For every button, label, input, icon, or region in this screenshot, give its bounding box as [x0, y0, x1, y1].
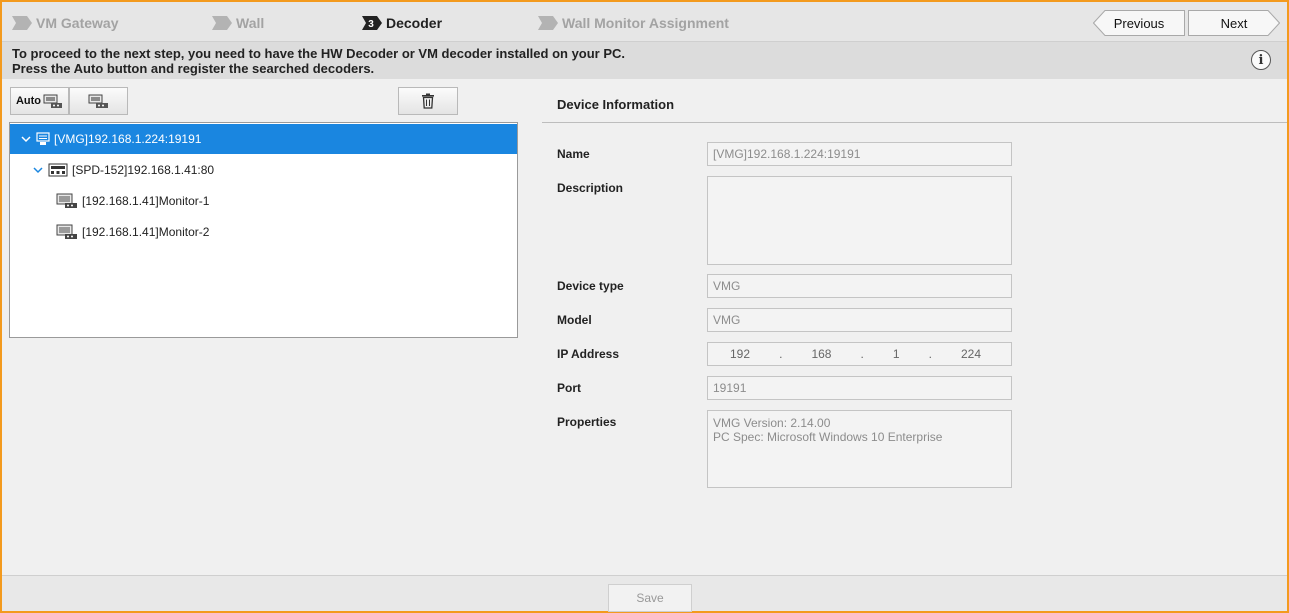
tree-node-vmg[interactable]: [VMG]192.168.1.224:19191	[10, 124, 517, 154]
vm-gateway-icon	[36, 132, 50, 145]
decoder-icon	[43, 94, 63, 108]
wizard-steps-bar: VM Gateway Wall 3 Decoder Wall Monitor A…	[2, 2, 1287, 42]
ip-octet[interactable]: 1	[893, 347, 900, 361]
step-decoder[interactable]: 3 Decoder	[362, 14, 442, 32]
previous-button[interactable]: Previous	[1093, 10, 1185, 36]
device-type-field[interactable]: VMG	[707, 274, 1012, 298]
tree-node-monitor-2[interactable]: [192.168.1.41]Monitor-2	[10, 217, 517, 247]
ip-address-field[interactable]: 192 . 168 . 1 . 224	[707, 342, 1012, 366]
properties-line: VMG Version: 2.14.00	[713, 416, 831, 430]
step-number-icon	[12, 16, 32, 30]
trash-icon	[422, 93, 434, 109]
port-label: Port	[557, 381, 581, 395]
ip-octet[interactable]: 168	[811, 347, 831, 361]
ip-octet[interactable]: 192	[730, 347, 750, 361]
chevron-down-icon[interactable]	[20, 133, 32, 145]
ip-dot: .	[860, 347, 864, 361]
tree-node-spd152[interactable]: [SPD-152]192.168.1.41:80	[10, 155, 517, 185]
description-field[interactable]	[707, 176, 1012, 265]
add-decoder-button[interactable]	[69, 87, 128, 115]
add-decoder-icon	[88, 94, 108, 108]
model-field[interactable]: VMG	[707, 308, 1012, 332]
step-wall-monitor-assignment[interactable]: Wall Monitor Assignment	[538, 14, 729, 32]
step-wall[interactable]: Wall	[212, 14, 264, 32]
properties-field[interactable]: VMG Version: 2.14.00 PC Spec: Microsoft …	[707, 410, 1012, 488]
step-number-icon: 3	[362, 16, 382, 30]
step-number-icon	[212, 16, 232, 30]
delete-button[interactable]	[398, 87, 458, 115]
properties-line: PC Spec: Microsoft Windows 10 Enterprise	[713, 430, 943, 444]
footer-bar: Save	[2, 575, 1287, 612]
tree-node-monitor-1[interactable]: [192.168.1.41]Monitor-1	[10, 186, 517, 216]
step-label: Wall	[236, 15, 265, 31]
chevron-down-icon[interactable]	[32, 164, 44, 176]
ip-octet[interactable]: 224	[961, 347, 981, 361]
monitor-icon	[56, 193, 77, 208]
next-button[interactable]: Next	[1188, 10, 1280, 36]
ip-address-label: IP Address	[557, 347, 620, 361]
instruction-line-2: Press the Auto button and register the s…	[12, 61, 375, 76]
tree-node-label: [SPD-152]192.168.1.41:80	[72, 163, 215, 177]
step-label: Decoder	[386, 15, 443, 31]
monitor-icon	[56, 224, 77, 239]
instruction-line-1: To proceed to the next step, you need to…	[12, 46, 626, 61]
save-button[interactable]: Save	[608, 584, 692, 612]
auto-search-button[interactable]: Auto	[10, 87, 69, 115]
model-label: Model	[557, 313, 592, 327]
properties-label: Properties	[557, 415, 617, 429]
device-type-label: Device type	[557, 279, 624, 293]
device-tree[interactable]: [VMG]192.168.1.224:19191 [SPD-152]192.16…	[9, 122, 518, 338]
ip-dot: .	[928, 347, 932, 361]
step-number-icon	[538, 16, 558, 30]
name-field[interactable]: [VMG]192.168.1.224:19191	[707, 142, 1012, 166]
name-label: Name	[557, 147, 590, 161]
device-info-title: Device Information	[557, 97, 675, 112]
step-label: VM Gateway	[36, 15, 119, 31]
svg-text:3: 3	[368, 19, 374, 30]
info-icon[interactable]: i	[1251, 50, 1271, 70]
port-field[interactable]: 19191	[707, 376, 1012, 400]
tree-node-label: [192.168.1.41]Monitor-1	[82, 194, 210, 208]
divider	[542, 122, 1287, 123]
tree-node-label: [192.168.1.41]Monitor-2	[82, 225, 210, 239]
step-label: Wall Monitor Assignment	[562, 15, 729, 31]
instruction-bar: To proceed to the next step, you need to…	[2, 42, 1287, 79]
hw-decoder-icon	[48, 163, 68, 177]
ip-dot: .	[779, 347, 783, 361]
app-window: VM Gateway Wall 3 Decoder Wall Monitor A…	[0, 0, 1289, 613]
description-label: Description	[557, 181, 624, 195]
tree-node-label: [VMG]192.168.1.224:19191	[54, 132, 202, 146]
step-vm-gateway[interactable]: VM Gateway	[12, 14, 118, 32]
